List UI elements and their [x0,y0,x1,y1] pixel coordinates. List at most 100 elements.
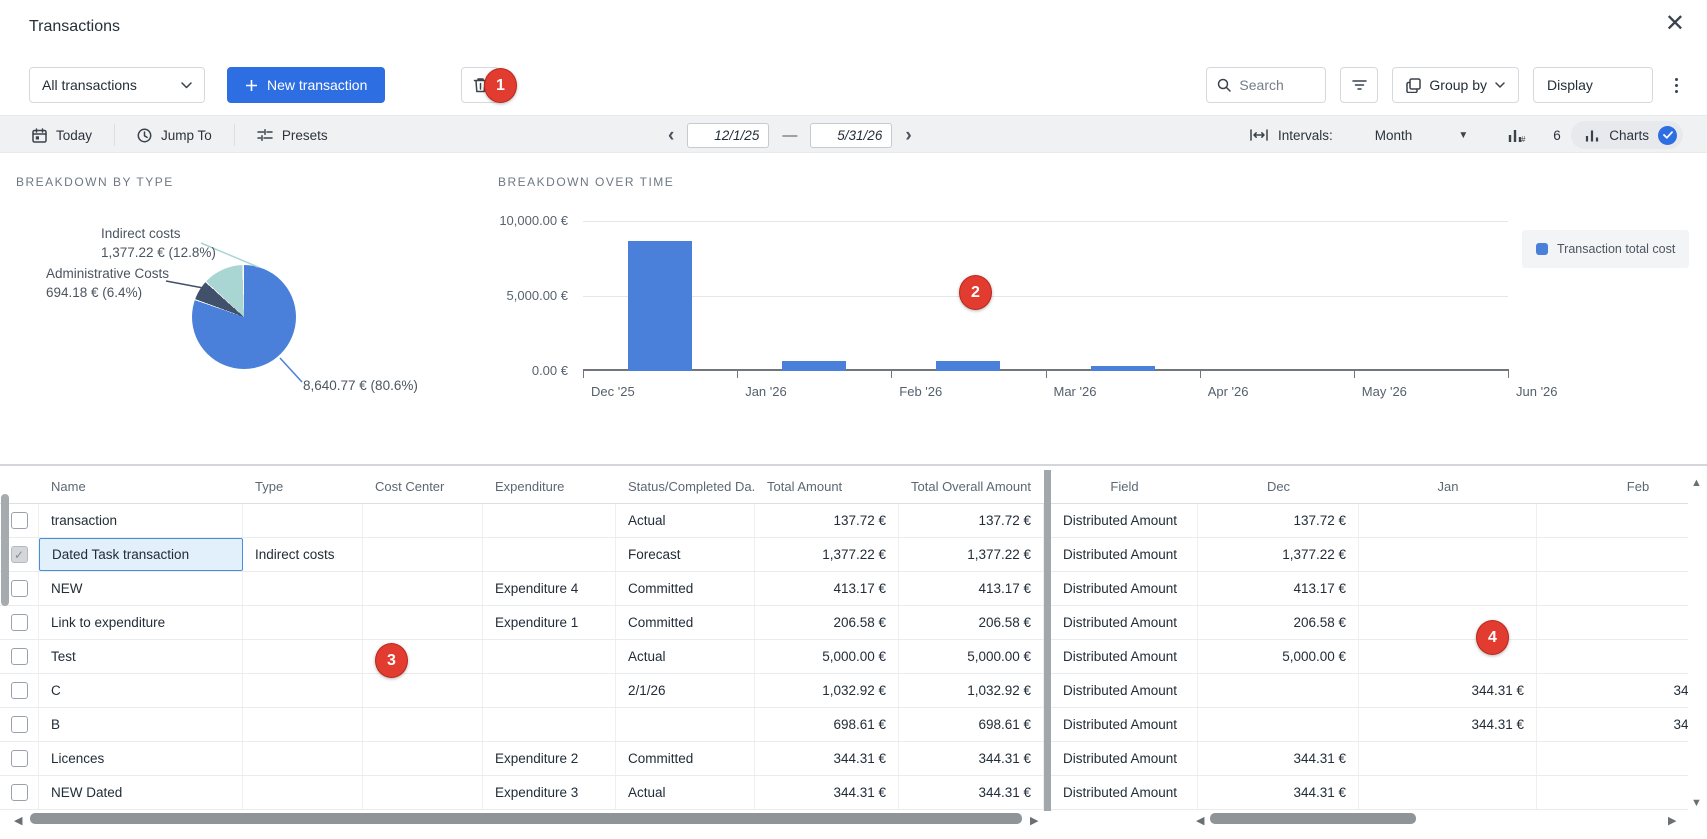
cell-status[interactable]: Actual [616,776,755,809]
jump-to-button[interactable]: Jump To [115,124,235,146]
cell-total[interactable]: 1,377.22 € [755,538,899,571]
column-header-name[interactable]: Name [39,470,243,503]
cell-total_overall[interactable]: 698.61 € [899,708,1044,741]
today-button[interactable]: Today [10,124,115,146]
cell-total[interactable]: 137.72 € [755,504,899,537]
cell-expenditure[interactable] [483,640,616,673]
cell-total[interactable]: 1,032.92 € [755,674,899,707]
cell-field[interactable]: Distributed Amount [1051,640,1198,673]
prev-period-icon[interactable]: ‹ [668,126,674,145]
cell-expenditure[interactable]: Expenditure 4 [483,572,616,605]
cell-type[interactable] [243,504,363,537]
cell-name[interactable]: NEW [39,572,243,605]
cell-total_overall[interactable]: 344.31 € [899,742,1044,775]
cell-total[interactable]: 344.31 € [755,776,899,809]
cell-name[interactable]: Link to expenditure [39,606,243,639]
column-header-expenditure[interactable]: Expenditure [483,470,616,503]
cell-jan[interactable] [1359,538,1537,571]
cell-expenditure[interactable] [483,504,616,537]
right-pane-scroll-left-icon[interactable]: ◀ [1196,816,1204,827]
cell-cost_center[interactable] [363,606,483,639]
cell-status[interactable]: 2/1/26 [616,674,755,707]
cell-total_overall[interactable]: 413.17 € [899,572,1044,605]
cell-name[interactable]: NEW Dated [39,776,243,809]
column-header-dec[interactable]: Dec [1198,470,1359,503]
cell-feb[interactable] [1537,538,1688,571]
column-header-field[interactable]: Field [1051,470,1198,503]
cell-dec[interactable]: 344.31 € [1198,776,1359,809]
row-checkbox[interactable]: ✓ [11,784,28,801]
cell-field[interactable]: Distributed Amount [1051,742,1198,775]
bar-Jan '26[interactable] [782,361,846,371]
cell-dec[interactable] [1198,674,1359,707]
search-input[interactable]: Search [1206,67,1326,103]
cell-total_overall[interactable]: 1,032.92 € [899,674,1044,707]
display-button[interactable]: Display [1533,67,1653,103]
cell-field[interactable]: Distributed Amount [1051,538,1198,571]
cell-expenditure[interactable]: Expenditure 3 [483,776,616,809]
cell-total[interactable]: 698.61 € [755,708,899,741]
bar-Dec '25[interactable] [628,241,692,371]
cell-cost_center[interactable] [363,674,483,707]
cell-field[interactable]: Distributed Amount [1051,572,1198,605]
cell-status[interactable]: Committed [616,572,755,605]
cell-jan[interactable] [1359,504,1537,537]
cell-type[interactable] [243,742,363,775]
cell-name[interactable]: Test [39,640,243,673]
cell-name[interactable]: C [39,674,243,707]
cell-dec[interactable] [1198,708,1359,741]
column-header-feb[interactable]: Feb [1537,470,1688,503]
cell-name[interactable]: B [39,708,243,741]
cell-jan[interactable] [1359,572,1537,605]
cell-status[interactable] [616,708,755,741]
cell-dec[interactable]: 5,000.00 € [1198,640,1359,673]
cell-jan[interactable] [1359,776,1537,809]
cell-name[interactable]: transaction [39,504,243,537]
cell-status[interactable]: Actual [616,640,755,673]
cell-type[interactable]: Indirect costs [243,538,363,571]
cell-cost_center[interactable] [363,504,483,537]
presets-button[interactable]: Presets [235,124,350,146]
cell-status[interactable]: Forecast [616,538,755,571]
cell-total_overall[interactable]: 206.58 € [899,606,1044,639]
cell-field[interactable]: Distributed Amount [1051,606,1198,639]
right-pane-hscrollbar-thumb[interactable] [1210,813,1416,824]
cell-dec[interactable]: 137.72 € [1198,504,1359,537]
cell-status[interactable]: Committed [616,606,755,639]
cell-cost_center[interactable] [363,776,483,809]
cell-feb[interactable]: 344.31 € [1537,674,1688,707]
cell-type[interactable] [243,606,363,639]
cell-jan[interactable]: 344.31 € [1359,674,1537,707]
cell-jan[interactable]: 344.31 € [1359,708,1537,741]
column-header-total[interactable]: Total Amount [755,470,899,503]
cell-cost_center[interactable] [363,742,483,775]
row-checkbox[interactable]: ✓ [11,546,28,563]
cell-type[interactable] [243,674,363,707]
cell-field[interactable]: Distributed Amount [1051,776,1198,809]
column-header-type[interactable]: Type [243,470,363,503]
bar-Feb '26[interactable] [936,361,1000,371]
cell-jan[interactable] [1359,742,1537,775]
cell-dec[interactable]: 344.31 € [1198,742,1359,775]
cell-feb[interactable] [1537,742,1688,775]
cell-dec[interactable]: 1,377.22 € [1198,538,1359,571]
cell-total_overall[interactable]: 1,377.22 € [899,538,1044,571]
cell-expenditure[interactable]: Expenditure 1 [483,606,616,639]
charts-table-resize-handle[interactable] [0,464,1707,466]
next-period-icon[interactable]: › [905,126,911,145]
column-header-status[interactable]: Status/Completed Da... [616,470,755,503]
interval-select-value[interactable]: Month [1375,128,1413,143]
cell-type[interactable] [243,572,363,605]
cell-field[interactable]: Distributed Amount [1051,504,1198,537]
transactions-scope-select[interactable]: All transactions [29,67,205,103]
cell-expenditure[interactable] [483,708,616,741]
left-pane-scroll-left-icon[interactable]: ◀ [14,816,22,827]
date-to-input[interactable] [810,123,892,148]
cell-cost_center[interactable] [363,538,483,571]
cell-field[interactable]: Distributed Amount [1051,674,1198,707]
right-pane-scroll-right-icon[interactable]: ▶ [1668,816,1676,827]
cell-total[interactable]: 206.58 € [755,606,899,639]
cell-type[interactable] [243,776,363,809]
more-options-icon[interactable] [1667,72,1686,99]
new-transaction-button[interactable]: New transaction [227,67,385,103]
